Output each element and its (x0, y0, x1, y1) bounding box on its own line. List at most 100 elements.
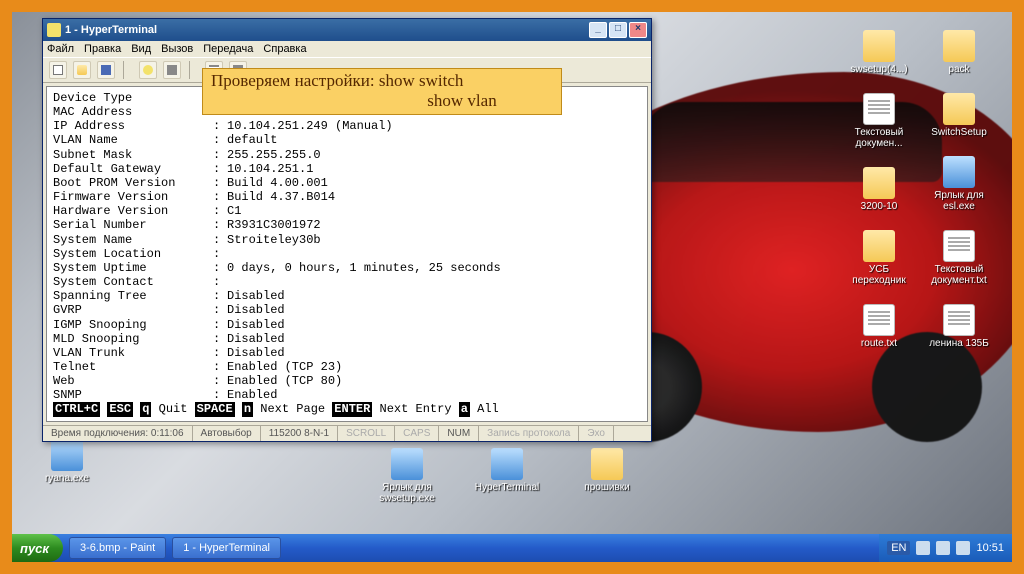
desktop-icon[interactable]: route.txt (844, 304, 914, 349)
app-icon (47, 23, 61, 37)
desktop-icon-label: SwitchSetup (924, 127, 994, 138)
terminal-row: Spanning Tree:Disabled (53, 289, 641, 303)
annotation-box: Проверяем настройки: show switch show vl… (202, 68, 562, 115)
terminal-row: Default Gateway:10.104.251.1 (53, 162, 641, 176)
language-indicator[interactable]: EN (887, 541, 910, 555)
toolbar-new-icon[interactable] (49, 61, 67, 79)
terminal-row: Telnet:Enabled (TCP 23) (53, 360, 641, 374)
desktop-icon-label: swsetup(4...) (844, 64, 914, 75)
toolbar-save-icon[interactable] (97, 61, 115, 79)
desktop-icon[interactable]: pack (924, 30, 994, 75)
menu-вид[interactable]: Вид (131, 43, 151, 55)
tray-icon[interactable] (916, 541, 930, 555)
folder-icon (943, 30, 975, 62)
exe-icon (51, 439, 83, 471)
desktop-icon-label: Ярлык для swsetup.exe (372, 482, 442, 504)
desktop-icon[interactable]: Ярлык для swsetup.exe (372, 448, 442, 504)
desktop-icon[interactable]: Текстовый документ.txt (924, 230, 994, 286)
status-echo: Эхо (579, 426, 614, 441)
desktop-icon-label: ryana.exe (32, 473, 102, 484)
terminal-row: System Location: (53, 247, 641, 261)
txt-icon (863, 304, 895, 336)
desktop-icon-label: route.txt (844, 338, 914, 349)
clock[interactable]: 10:51 (976, 542, 1004, 554)
exe-icon (943, 156, 975, 188)
menu-файл[interactable]: Файл (47, 43, 74, 55)
desktop-icon[interactable]: прошивки (572, 448, 642, 504)
terminal-row: System Uptime:0 days, 0 hours, 1 minutes… (53, 261, 641, 275)
desktop-icon-label: HyperTerminal (472, 482, 542, 493)
taskbar-task-button[interactable]: 3-6.bmp - Paint (69, 537, 166, 559)
window-title: 1 - HyperTerminal (65, 24, 589, 36)
txt-icon (943, 230, 975, 262)
start-label: пуск (20, 541, 49, 556)
desktop-icon[interactable]: ленина 135Б (924, 304, 994, 349)
status-autodial: Автовыбор (193, 426, 261, 441)
folder-icon (863, 230, 895, 262)
terminal-row: GVRP:Disabled (53, 303, 641, 317)
tray-icon[interactable] (956, 541, 970, 555)
desktop-icon-label: Ярлык для esl.exe (924, 190, 994, 212)
menu-вызов[interactable]: Вызов (161, 43, 193, 55)
close-button[interactable]: × (629, 22, 647, 38)
desktop-icon[interactable]: Ярлык для esl.exe (924, 156, 994, 212)
terminal-row: Web:Enabled (TCP 80) (53, 374, 641, 388)
titlebar[interactable]: 1 - HyperTerminal _ □ × (43, 19, 651, 41)
menu-bar: Файл Правка Вид Вызов Передача Справка (43, 41, 651, 57)
menu-передача[interactable]: Передача (203, 43, 253, 55)
desktop-icon[interactable]: ryana.exe (32, 439, 102, 484)
menu-справка[interactable]: Справка (263, 43, 306, 55)
terminal-row: System Name:Stroiteley30b (53, 233, 641, 247)
tray-icon[interactable] (936, 541, 950, 555)
desktop-icon-label: ленина 135Б (924, 338, 994, 349)
terminal-row: System Contact: (53, 275, 641, 289)
toolbar-open-icon[interactable] (73, 61, 91, 79)
windows-taskbar: пуск 3-6.bmp - Paint 1 - HyperTerminal EN… (12, 534, 1012, 562)
annotation-line2: show vlan (211, 91, 553, 111)
desktop-icon[interactable]: УСБ переходник (844, 230, 914, 286)
toolbar-disconnect-icon[interactable] (163, 61, 181, 79)
folder-icon (943, 93, 975, 125)
menu-правка[interactable]: Правка (84, 43, 121, 55)
status-conn-time: Время подключения: 0:11:06 (43, 426, 193, 441)
txt-icon (863, 93, 895, 125)
desktop-icon-label: прошивки (572, 482, 642, 493)
desktop-icon-label: УСБ переходник (844, 264, 914, 286)
desktop-icon[interactable]: Текстовый докумен... (844, 93, 914, 149)
folder-icon (863, 167, 895, 199)
start-button[interactable]: пуск (12, 534, 63, 562)
desktop-icon[interactable]: swsetup(4...) (844, 30, 914, 75)
desktop-icon[interactable]: HyperTerminal (472, 448, 542, 504)
status-settings: 115200 8-N-1 (261, 426, 338, 441)
terminal-row: Firmware Version:Build 4.37.B014 (53, 190, 641, 204)
terminal-row: IGMP Snooping:Disabled (53, 318, 641, 332)
system-tray[interactable]: EN 10:51 (879, 534, 1012, 562)
desktop-icon-label: 3200-10 (844, 201, 914, 212)
toolbar-phone-icon[interactable] (139, 61, 157, 79)
terminal-row: Serial Number:R3931C3001972 (53, 218, 641, 232)
terminal-row: MLD Snooping:Disabled (53, 332, 641, 346)
status-num: NUM (439, 426, 479, 441)
desktop-icon[interactable]: 3200-10 (844, 167, 914, 212)
folder-icon (591, 448, 623, 480)
desktop-icon-label: Текстовый докумен... (844, 127, 914, 149)
status-bar: Время подключения: 0:11:06 Автовыбор 115… (43, 425, 651, 441)
terminal-output[interactable]: Device Type:DES-3200-52 Fast Ethernet Sw… (46, 86, 648, 422)
folder-icon (863, 30, 895, 62)
terminal-row: Subnet Mask:255.255.255.0 (53, 148, 641, 162)
minimize-button[interactable]: _ (589, 22, 607, 38)
status-log: Запись протокола (479, 426, 579, 441)
exe-icon (391, 448, 423, 480)
desktop-icon[interactable]: SwitchSetup (924, 93, 994, 138)
terminal-row: IP Address:10.104.251.249 (Manual) (53, 119, 641, 133)
txt-icon (943, 304, 975, 336)
desktop-wallpaper: swsetup(4...) Текстовый докумен... 3200-10… (12, 12, 1012, 562)
terminal-row: VLAN Trunk:Disabled (53, 346, 641, 360)
terminal-row: VLAN Name:default (53, 133, 641, 147)
maximize-button[interactable]: □ (609, 22, 627, 38)
terminal-row: SNMP:Enabled (53, 388, 641, 402)
desktop-icon-label: Текстовый документ.txt (924, 264, 994, 286)
status-scroll: SCROLL (338, 426, 395, 441)
taskbar-task-button[interactable]: 1 - HyperTerminal (172, 537, 281, 559)
terminal-footer: CTRL+C ESC q Quit SPACE n Next Page ENTE… (53, 402, 641, 416)
